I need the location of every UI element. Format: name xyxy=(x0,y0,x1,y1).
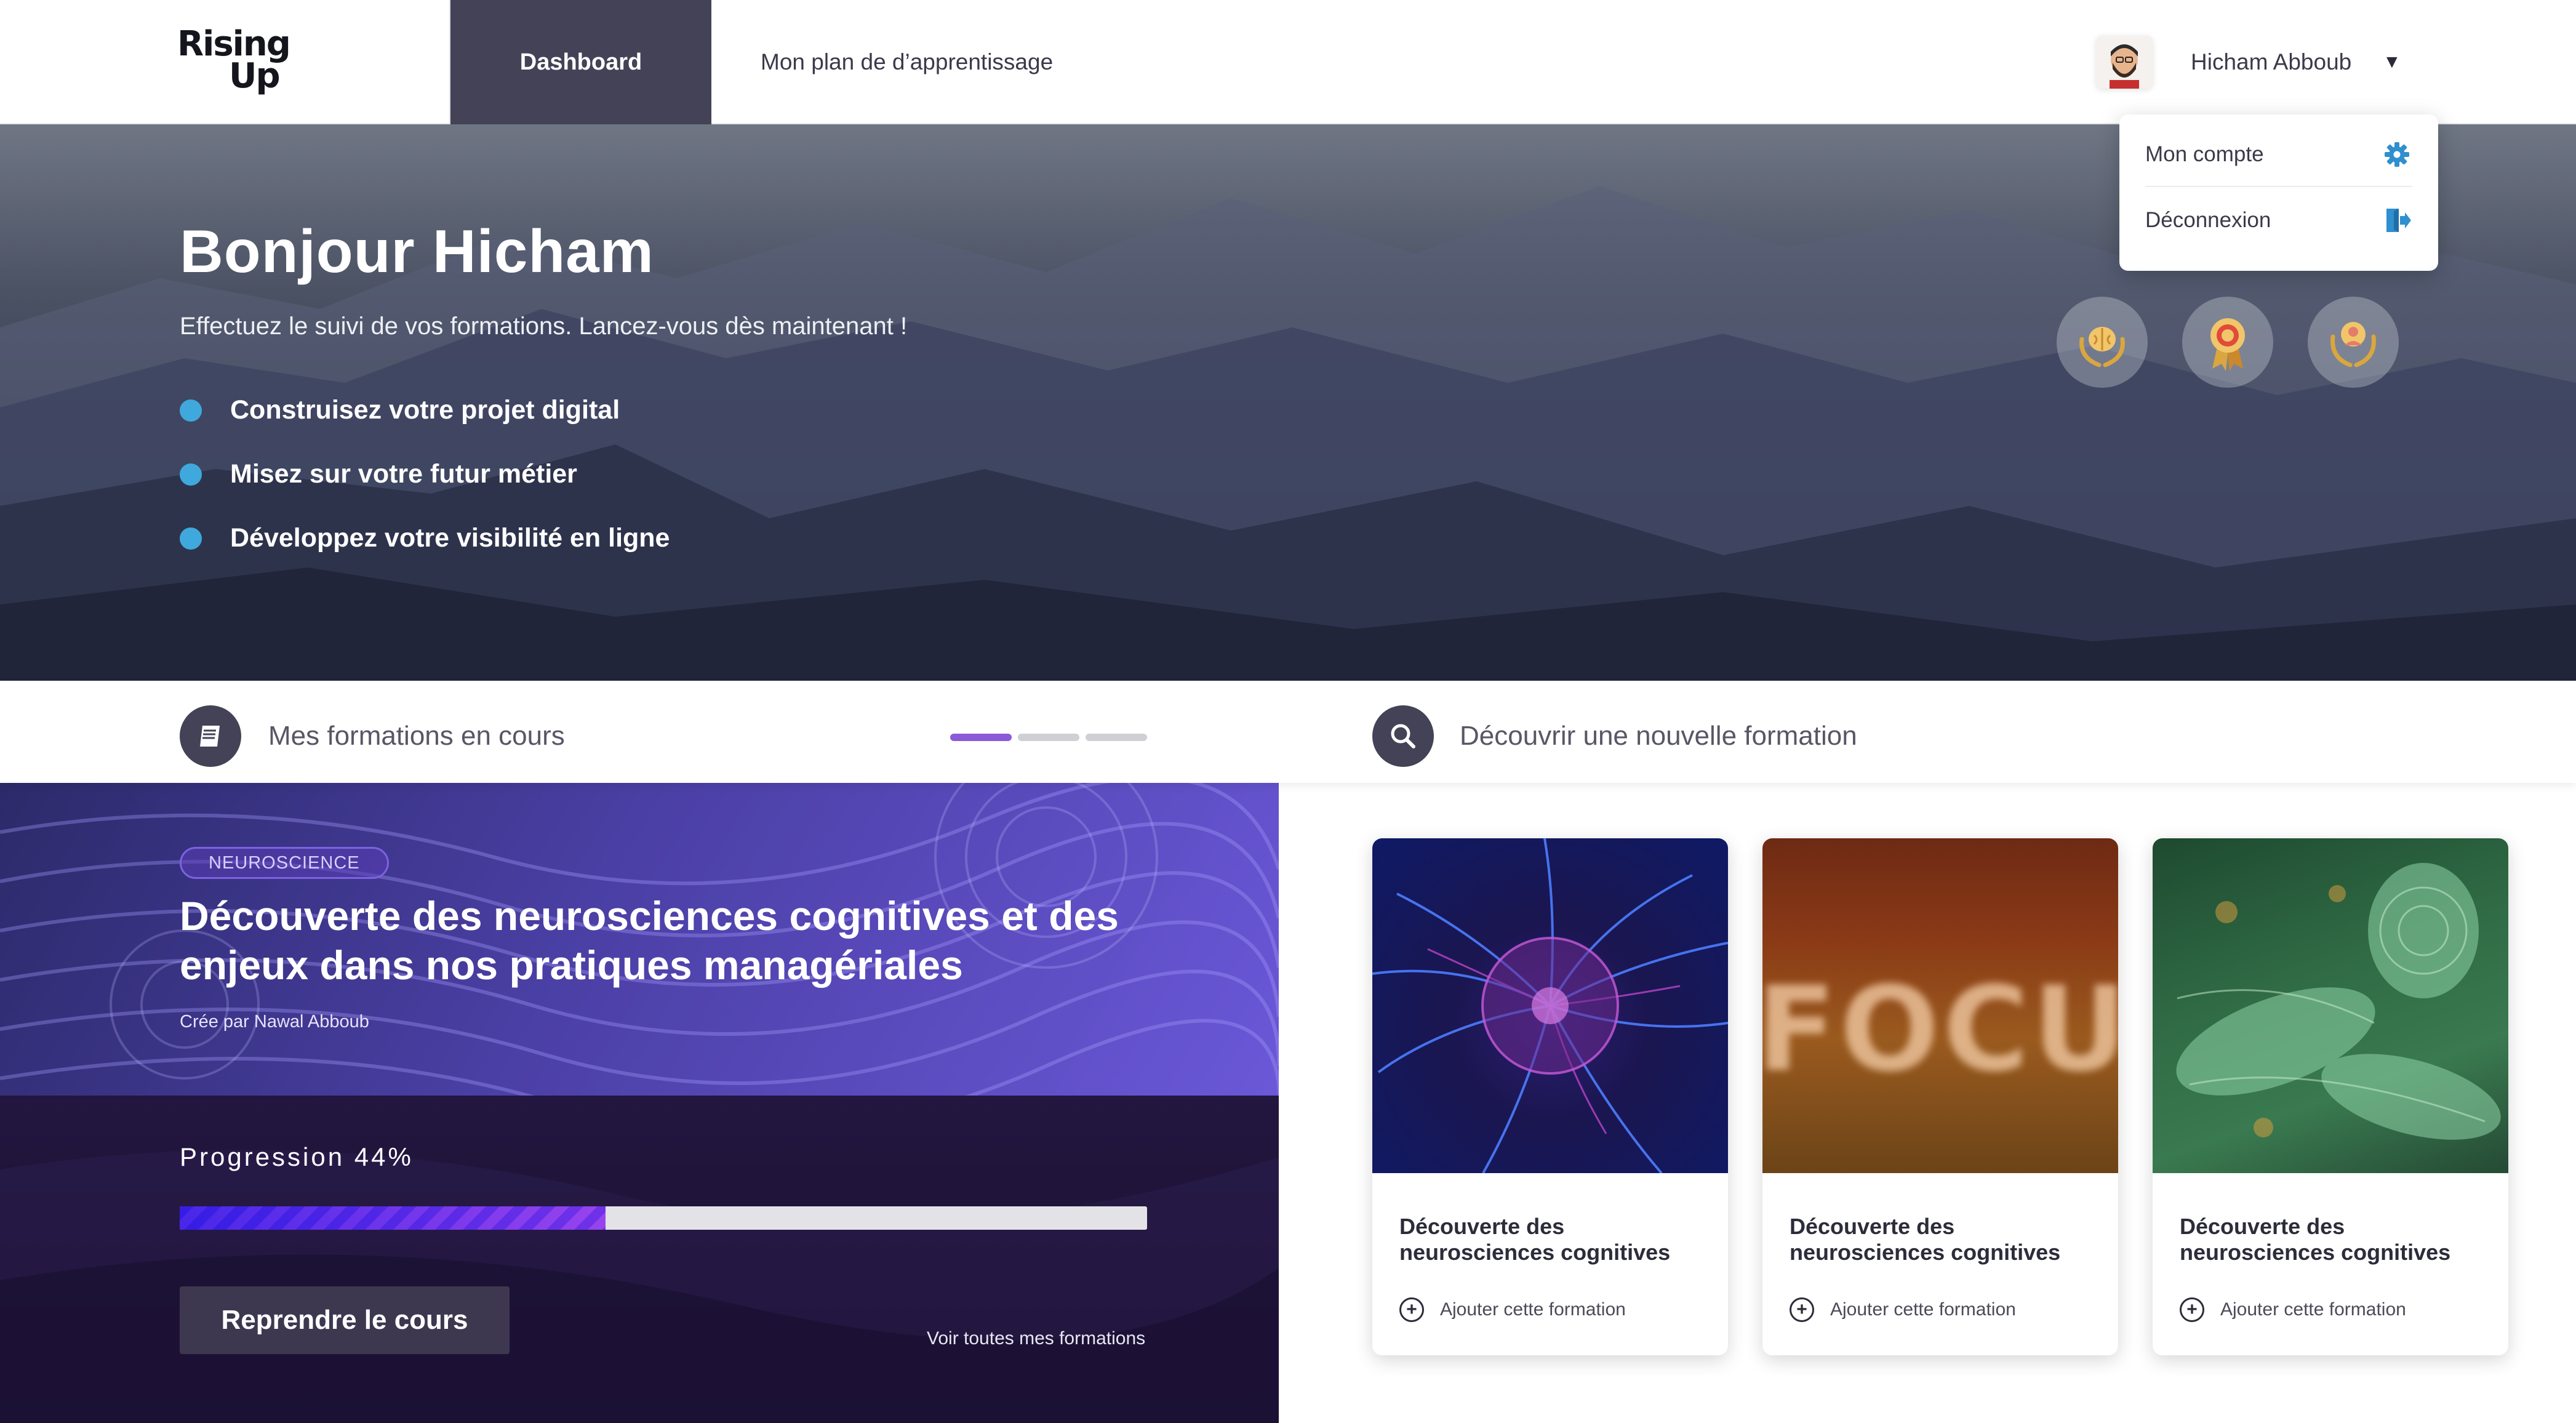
plus-circle-icon: + xyxy=(1790,1297,1814,1322)
menu-item-account-label: Mon compte xyxy=(2145,142,2264,166)
tab-dashboard[interactable]: Dashboard xyxy=(450,0,711,124)
card-title: Découverte des neurosciences cognitives xyxy=(2180,1214,2451,1265)
focus-letters-art: FOCUS xyxy=(1762,961,2118,1097)
avatar-icon xyxy=(2110,44,2139,89)
bullet-dot-icon xyxy=(180,399,202,422)
course-cover-image: NEUROSCIENCE Découverte des neuroscience… xyxy=(0,783,1279,1096)
plus-circle-icon: + xyxy=(2180,1297,2204,1322)
gear-icon xyxy=(2385,142,2409,167)
user-menu-toggle[interactable]: Hicham Abboub xyxy=(2191,0,2351,124)
logo-container: Rising Up xyxy=(0,0,450,124)
hero-title: Bonjour Hicham xyxy=(180,217,654,285)
badge-brain-laurel[interactable] xyxy=(2057,297,2148,388)
progress-bar-fill xyxy=(180,1206,606,1230)
menu-item-account[interactable]: Mon compte xyxy=(2145,123,2412,187)
course-author: Crée par Nawal Abboub xyxy=(180,1012,369,1032)
hero-bullet-text: Construisez votre projet digital xyxy=(230,395,620,425)
add-course-button[interactable]: + Ajouter cette formation xyxy=(1399,1297,1626,1322)
person-laurel-badge-icon xyxy=(2330,322,2376,367)
brain-laurel-badge-icon xyxy=(2079,327,2125,367)
focus-letters-image: FOCUS xyxy=(1762,838,2118,1173)
ribbon-medal-badge-icon xyxy=(2210,318,2245,371)
user-dropdown-menu: Mon compte Déconnexion xyxy=(2119,114,2438,271)
hero-bullet-text: Misez sur votre futur métier xyxy=(230,459,577,489)
resume-course-button[interactable]: Reprendre le cours xyxy=(180,1286,510,1354)
add-course-button[interactable]: + Ajouter cette formation xyxy=(1790,1297,2016,1322)
course-card[interactable]: Découverte des neurosciences cognitives … xyxy=(1372,838,1728,1355)
course-card[interactable]: FOCUS Découverte des neurosciences cogni… xyxy=(1762,838,2118,1355)
badge-ribbon-medal[interactable] xyxy=(2182,297,2273,388)
course-card[interactable]: Découverte des neurosciences cognitives … xyxy=(2153,838,2508,1355)
carousel-dot-active[interactable] xyxy=(950,734,1012,741)
discover-courses-panel: Découverte des neurosciences cognitives … xyxy=(1279,783,2576,1423)
bullet-dot-icon xyxy=(180,527,202,550)
course-progress-section: Progression 44% Reprendre le cours Voir … xyxy=(0,1096,1279,1423)
progress-bar xyxy=(180,1206,1147,1230)
add-course-label: Ajouter cette formation xyxy=(1440,1299,1626,1320)
current-course-panel: NEUROSCIENCE Découverte des neuroscience… xyxy=(0,783,1279,1423)
top-navigation-bar: Rising Up Dashboard Mon plan de d’appren… xyxy=(0,0,2576,124)
rising-up-logo[interactable]: Rising Up xyxy=(177,27,291,96)
add-course-label: Ajouter cette formation xyxy=(2220,1299,2406,1320)
add-course-button[interactable]: + Ajouter cette formation xyxy=(2180,1297,2406,1322)
hero-bullet-text: Développez votre visibilité en ligne xyxy=(230,523,670,553)
hero-bullet: Misez sur votre futur métier xyxy=(180,459,577,489)
card-title: Découverte des neurosciences cognitives xyxy=(1790,1214,2061,1265)
badge-person-laurel[interactable] xyxy=(2308,297,2399,388)
chevron-down-icon[interactable]: ▼ xyxy=(2383,0,2401,124)
bullet-dot-icon xyxy=(180,463,202,486)
plus-circle-icon: + xyxy=(1399,1297,1424,1322)
avatar[interactable] xyxy=(2096,36,2153,89)
section-title-current: Mes formations en cours xyxy=(268,721,565,751)
menu-item-logout[interactable]: Déconnexion xyxy=(2145,188,2412,252)
tab-learning-plan[interactable]: Mon plan de d’apprentissage xyxy=(761,0,1053,124)
hero-subtitle: Effectuez le suivi de vos formations. La… xyxy=(180,313,908,340)
add-course-label: Ajouter cette formation xyxy=(1830,1299,2016,1320)
course-title[interactable]: Découverte des neurosciences cognitives … xyxy=(180,891,1195,990)
course-category-tag: NEUROSCIENCE xyxy=(180,847,389,879)
plasma-ball-image xyxy=(1372,838,1728,1173)
wood-fire-image xyxy=(2153,838,2508,1173)
menu-item-logout-label: Déconnexion xyxy=(2145,208,2271,232)
hero-bullet: Construisez votre projet digital xyxy=(180,395,620,425)
carousel-dot[interactable] xyxy=(1018,734,1079,741)
hero-bullet: Développez votre visibilité en ligne xyxy=(180,523,670,553)
book-icon xyxy=(180,705,241,767)
view-all-courses-link[interactable]: Voir toutes mes formations xyxy=(927,1328,1145,1349)
progress-label: Progression 44% xyxy=(180,1142,414,1171)
section-title-discover[interactable]: Découvrir une nouvelle formation xyxy=(1460,681,1857,792)
carousel-dot[interactable] xyxy=(1086,734,1147,741)
section-header-bar: Mes formations en cours Découvrir une no… xyxy=(0,681,2576,783)
logout-icon xyxy=(2386,209,2411,232)
logo-line-2: Up xyxy=(229,56,281,96)
card-title: Découverte des neurosciences cognitives xyxy=(1399,1214,1671,1265)
search-icon[interactable] xyxy=(1372,705,1434,767)
